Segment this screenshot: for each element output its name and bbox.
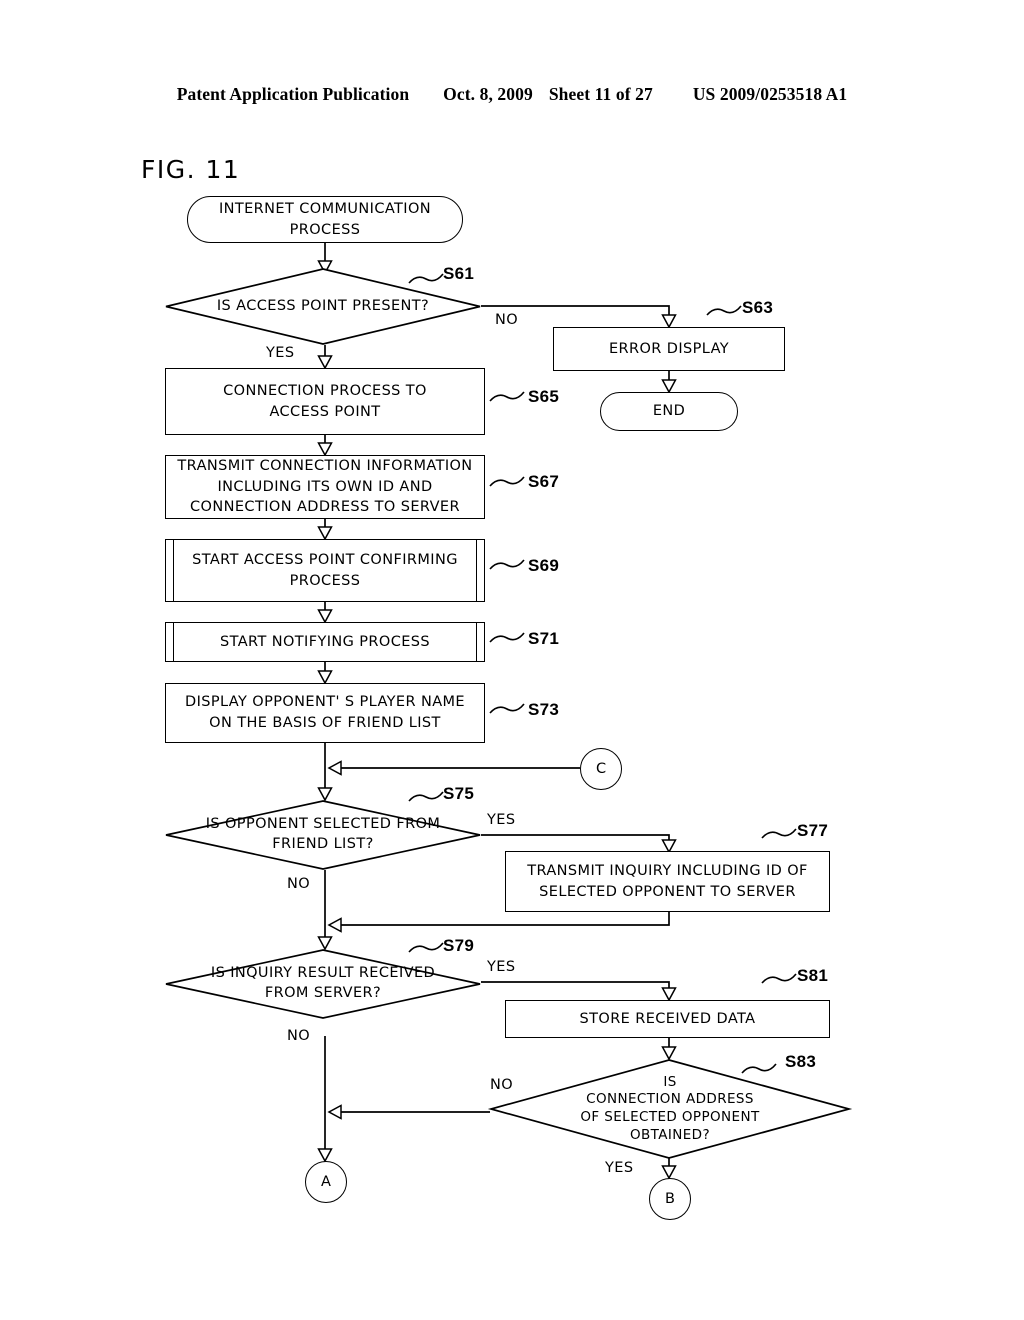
process-store-received-data-label: STORE RECEIVED DATA (579, 1010, 756, 1027)
flow-start-terminator: INTERNET COMMUNICATION PROCESS (187, 196, 463, 243)
decision-connection-address-obtained: IS CONNECTION ADDRESS OF SELECTED OPPONE… (487, 1059, 853, 1159)
process-store-received-data: STORE RECEIVED DATA (505, 1000, 830, 1038)
branch-s79-yes: YES (487, 959, 516, 975)
header-date: Oct. 8, 2009 (443, 84, 533, 104)
step-label-s77: S77 (797, 821, 829, 840)
branch-s79-no: NO (287, 1028, 311, 1044)
process-transmit-inquiry-label: TRANSMIT INQUIRY INCLUDING ID OF SELECTE… (527, 862, 808, 900)
step-label-s67: S67 (528, 472, 560, 491)
decision-opponent-selected-label: IS OPPONENT SELECTED FROM FRIEND LIST? (205, 816, 441, 852)
process-transmit-connection-information-label: TRANSMIT CONNECTION INFORMATION INCLUDIN… (177, 458, 473, 516)
process-transmit-connection-information: TRANSMIT CONNECTION INFORMATION INCLUDIN… (165, 455, 485, 519)
step-label-s71: S71 (528, 629, 560, 648)
process-connection-to-access-point-label: CONNECTION PROCESS TO ACCESS POINT (223, 382, 427, 420)
decision-opponent-selected-from-friend-list: IS OPPONENT SELECTED FROM FRIEND LIST? (165, 800, 481, 870)
figure-label: FIG. 11 (141, 155, 241, 184)
process-display-opponent-player-name-label: DISPLAY OPPONENT' S PLAYER NAME ON THE B… (185, 694, 465, 731)
connector-b: B (649, 1178, 691, 1220)
connector-b-label: B (665, 1191, 675, 1207)
branch-s75-no: NO (287, 876, 311, 892)
page-header: Patent Application Publication Oct. 8, 20… (0, 84, 1024, 105)
step-label-s75: S75 (443, 784, 475, 803)
branch-s83-no: NO (490, 1077, 514, 1093)
step-label-s81: S81 (797, 966, 829, 985)
process-connection-to-access-point: CONNECTION PROCESS TO ACCESS POINT (165, 368, 485, 435)
step-label-s65: S65 (528, 387, 560, 406)
connector-a: A (305, 1161, 347, 1203)
flow-end-label: END (652, 403, 686, 420)
branch-s61-no: NO (495, 312, 519, 328)
connector-c: C (580, 748, 622, 790)
predefined-process-access-point-confirming-label: START ACCESS POINT CONFIRMING PROCESS (192, 551, 458, 589)
predefined-process-start-notifying-label: START NOTIFYING PROCESS (219, 633, 431, 650)
header-sheet: Sheet 11 of 27 (548, 84, 653, 104)
branch-s75-yes: YES (487, 812, 516, 828)
decision-inquiry-result-received-label: IS INQUIRY RESULT RECEIVED FROM SERVER? (210, 965, 436, 1001)
step-label-s73: S73 (528, 700, 560, 719)
header-document-number: US 2009/0253518 A1 (692, 84, 848, 104)
predefined-process-access-point-confirming: START ACCESS POINT CONFIRMING PROCESS (165, 539, 485, 602)
decision-connection-address-obtained-label: IS CONNECTION ADDRESS OF SELECTED OPPONE… (580, 1073, 760, 1143)
step-label-s83: S83 (785, 1052, 817, 1071)
flow-end-terminator: END (600, 392, 738, 431)
decision-access-point-present-label: IS ACCESS POINT PRESENT? (216, 297, 430, 314)
header-publication: Patent Application Publication (176, 84, 410, 104)
branch-s61-yes: YES (266, 345, 295, 361)
step-label-s63: S63 (742, 298, 774, 317)
connector-a-label: A (321, 1174, 331, 1190)
process-error-display: ERROR DISPLAY (553, 327, 785, 371)
step-label-s61: S61 (443, 264, 475, 283)
process-display-opponent-player-name: DISPLAY OPPONENT' S PLAYER NAME ON THE B… (165, 683, 485, 743)
decision-access-point-present: IS ACCESS POINT PRESENT? (165, 268, 481, 345)
flow-start-label: INTERNET COMMUNICATION PROCESS (218, 200, 432, 238)
branch-s83-yes: YES (605, 1160, 634, 1176)
connector-c-label: C (595, 761, 607, 777)
decision-inquiry-result-received: IS INQUIRY RESULT RECEIVED FROM SERVER? (165, 949, 481, 1019)
predefined-process-start-notifying: START NOTIFYING PROCESS (165, 622, 485, 662)
process-transmit-inquiry: TRANSMIT INQUIRY INCLUDING ID OF SELECTE… (505, 851, 830, 912)
step-label-s79: S79 (443, 936, 475, 955)
process-error-display-label: ERROR DISPLAY (608, 340, 730, 357)
step-label-s69: S69 (528, 556, 560, 575)
